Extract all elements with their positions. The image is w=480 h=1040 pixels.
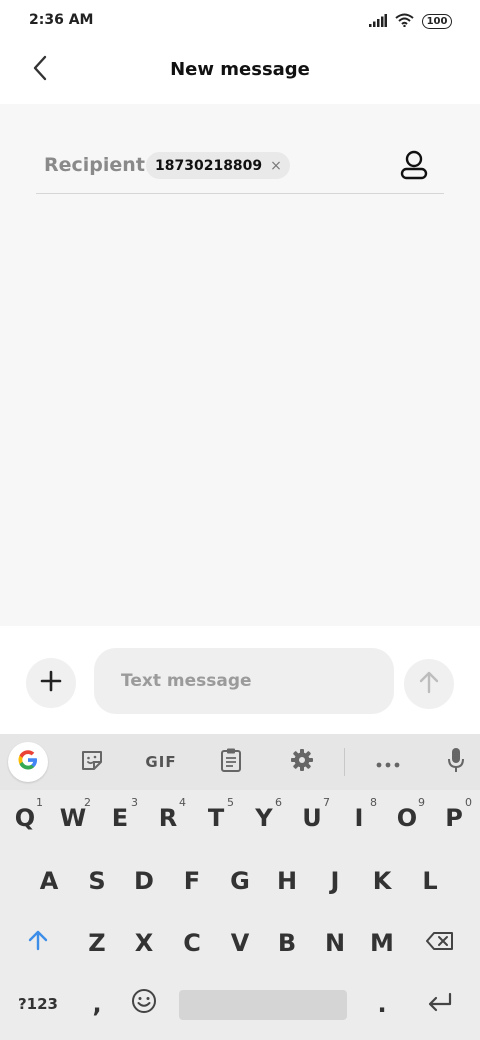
key-n[interactable]: N <box>313 917 357 969</box>
key-t[interactable]: T5 <box>194 792 238 844</box>
period-key[interactable]: . <box>360 978 404 1030</box>
recipient-chip[interactable]: 18730218809 × <box>146 152 290 179</box>
conversation-area: Recipient: 18730218809 × <box>0 104 480 626</box>
google-button[interactable] <box>8 742 48 782</box>
battery-icon: 100 <box>422 14 452 29</box>
sticker-icon <box>80 748 104 776</box>
clipboard-icon <box>220 747 242 777</box>
more-icon <box>376 753 400 772</box>
app-header: New message <box>0 42 480 104</box>
key-y[interactable]: Y6 <box>242 792 286 844</box>
shift-key[interactable] <box>16 917 60 969</box>
more-button[interactable] <box>368 743 408 781</box>
key-x[interactable]: X <box>122 917 166 969</box>
compose-bar <box>0 626 480 734</box>
key-e[interactable]: E3 <box>98 792 142 844</box>
send-arrow-icon <box>418 670 440 698</box>
key-hint: 1 <box>36 796 43 809</box>
page-title: New message <box>170 59 310 80</box>
key-z[interactable]: Z <box>75 917 119 969</box>
send-button[interactable] <box>404 659 454 709</box>
key-r[interactable]: R4 <box>146 792 190 844</box>
key-hint: 5 <box>227 796 234 809</box>
wifi-icon <box>395 12 414 31</box>
key-c[interactable]: C <box>170 917 214 969</box>
keyboard-settings-button[interactable] <box>282 743 322 781</box>
key-o[interactable]: O9 <box>385 792 429 844</box>
backspace-icon <box>426 929 454 957</box>
key-h[interactable]: H <box>265 855 309 907</box>
status-icons: 100 <box>369 12 452 31</box>
toolbar-divider <box>344 748 345 776</box>
space-key[interactable] <box>179 990 347 1020</box>
recipient-label: Recipient: <box>44 154 153 176</box>
key-b[interactable]: B <box>265 917 309 969</box>
key-j[interactable]: J <box>313 855 357 907</box>
status-bar: 2:36 AM 100 <box>0 0 480 42</box>
key-hint: 7 <box>323 796 330 809</box>
key-s[interactable]: S <box>75 855 119 907</box>
emoji-icon <box>131 988 157 1020</box>
key-q[interactable]: Q1 <box>3 792 47 844</box>
key-l[interactable]: L <box>408 855 452 907</box>
key-v[interactable]: V <box>218 917 262 969</box>
status-time: 2:36 AM <box>29 12 94 28</box>
sticker-button[interactable] <box>72 743 112 781</box>
key-a[interactable]: A <box>27 855 71 907</box>
key-k[interactable]: K <box>360 855 404 907</box>
keyboard-toolbar: GIF <box>0 734 480 790</box>
key-w[interactable]: W2 <box>51 792 95 844</box>
signal-icon <box>369 12 387 31</box>
close-icon[interactable]: × <box>270 159 282 173</box>
key-g[interactable]: G <box>218 855 262 907</box>
contacts-button[interactable] <box>398 150 430 184</box>
key-m[interactable]: M <box>360 917 404 969</box>
key-hint: 6 <box>275 796 282 809</box>
symbols-key[interactable]: ?123 <box>12 978 64 1030</box>
google-icon <box>16 748 40 776</box>
shift-arrow-icon <box>28 929 48 957</box>
key-hint: 4 <box>179 796 186 809</box>
key-f[interactable]: F <box>170 855 214 907</box>
key-u[interactable]: U7 <box>290 792 334 844</box>
backspace-key[interactable] <box>418 917 462 969</box>
key-i[interactable]: I8 <box>337 792 381 844</box>
key-hint: 2 <box>84 796 91 809</box>
enter-key[interactable] <box>418 978 462 1030</box>
emoji-key[interactable] <box>122 978 166 1030</box>
gif-label: GIF <box>145 753 177 771</box>
settings-icon <box>290 748 314 776</box>
contact-person-icon <box>400 150 428 184</box>
key-hint: 8 <box>370 796 377 809</box>
enter-icon <box>427 990 453 1018</box>
comma-key[interactable]: , <box>75 978 119 1030</box>
gif-button[interactable]: GIF <box>141 743 181 781</box>
plus-icon <box>40 670 62 696</box>
key-hint: 3 <box>131 796 138 809</box>
mic-icon <box>447 747 465 777</box>
clipboard-button[interactable] <box>211 743 251 781</box>
recipient-chip-number: 18730218809 <box>155 157 263 174</box>
keyboard: GIF Q 1 W 2 E 3 R 4 T 5 Y 6 U 7 I 8 O 9 … <box>0 734 480 1040</box>
recipient-row: Recipient: 18730218809 × <box>36 144 444 194</box>
key-hint: 0 <box>465 796 472 809</box>
message-input[interactable] <box>94 648 394 714</box>
key-hint: 9 <box>418 796 425 809</box>
key-d[interactable]: D <box>122 855 166 907</box>
voice-input-button[interactable] <box>436 743 476 781</box>
add-attachment-button[interactable] <box>26 658 76 708</box>
key-p[interactable]: P0 <box>432 792 476 844</box>
